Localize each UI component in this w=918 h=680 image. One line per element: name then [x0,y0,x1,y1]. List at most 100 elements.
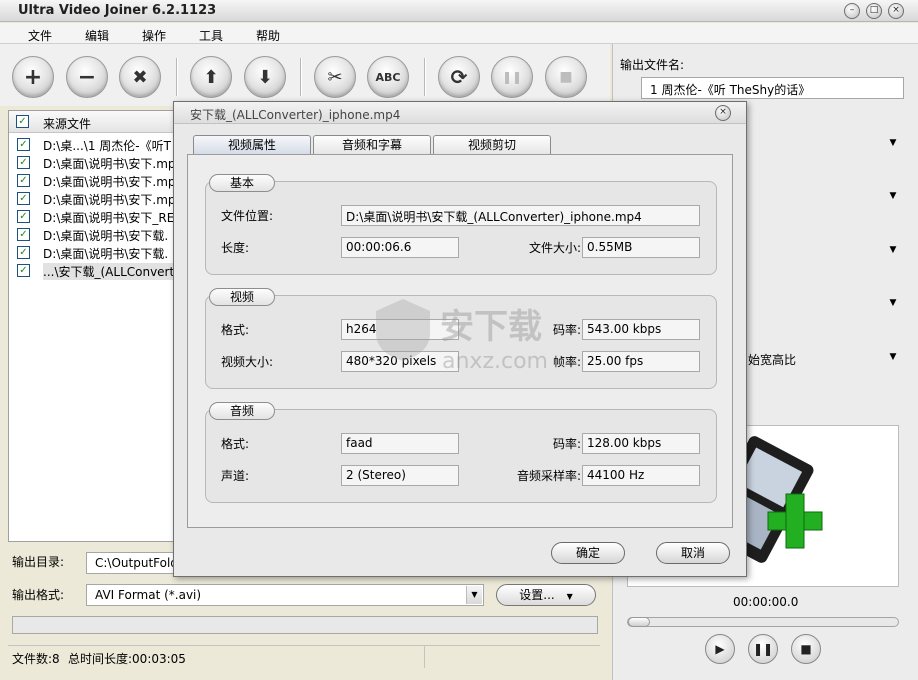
select-all-checkbox[interactable]: ✓ [16,115,29,128]
file-checkbox[interactable]: ✓ [17,156,30,169]
cut-icon[interactable]: ✂ [314,56,356,98]
list-item[interactable]: ✓ D:\桌面\说明书\安下_RE [9,208,179,226]
file-checkbox[interactable]: ✓ [17,228,30,241]
file-path: D:\桌...\1 周杰伦-《听T [43,139,171,153]
chevron-down-icon[interactable]: ▼ [886,243,900,257]
convert-icon[interactable]: ⟳ [438,56,480,98]
list-item[interactable]: ✓ D:\桌面\说明书\安下载. [9,226,179,244]
dialog-title-bar: 安下载_(ALLConverter)_iphone.mp4 × [174,102,746,124]
watermark-url: anxz.com [442,349,548,374]
remove-icon[interactable]: − [66,56,108,98]
toolbar-separator [176,58,178,96]
aspect-ratio-value[interactable]: 始宽高比 [748,351,796,368]
progress-bar [12,616,598,634]
chevron-down-icon[interactable]: ▼ [466,586,482,604]
chevron-down-icon[interactable]: ▼ [886,350,900,364]
output-filename-field[interactable]: 1 周杰伦-《听 TheShy的话》 [641,77,904,99]
close-icon[interactable]: × [888,3,904,19]
video-bitrate-label: 码率: [553,323,582,337]
file-properties-dialog: 安下载_(ALLConverter)_iphone.mp4 × 视频属性 音频和… [173,101,747,577]
file-size-value: 0.55MB [582,237,700,258]
list-item[interactable]: ✓ D:\桌...\1 周杰伦-《听T [9,136,179,154]
file-path: D:\桌面\说明书\安下.mp [43,193,176,207]
move-up-icon[interactable]: ⬆ [190,56,232,98]
preview-seek-bar[interactable] [627,617,899,627]
stop-icon[interactable]: ■ [791,634,821,664]
audio-group [205,409,717,503]
ok-button[interactable]: 确定 [551,542,625,564]
tab-video-cut[interactable]: 视频剪切 [433,135,551,155]
video-size-label: 视频大小: [221,355,274,369]
video-group-title: 视频 [209,288,275,306]
file-path: ...\安下载_(ALLConvert [43,263,175,280]
length-label: 长度: [221,241,250,255]
tab-pane: 基本 文件位置: D:\桌面\说明书\安下载_(ALLConverter)_ip… [187,154,733,528]
tab-video-properties[interactable]: 视频属性 [193,135,311,155]
preview-time: 00:00:00.0 [733,595,799,609]
maximize-icon[interactable]: □ [866,3,882,19]
file-checkbox[interactable]: ✓ [17,264,30,277]
add-icon[interactable]: + [12,56,54,98]
menu-tools[interactable]: 工具 [199,27,223,44]
output-format-select[interactable]: AVI Format (*.avi) ▼ [86,584,484,606]
file-checkbox[interactable]: ✓ [17,138,30,151]
cancel-button[interactable]: 取消 [656,542,730,564]
output-format-label: 输出格式: [12,588,65,602]
settings-button[interactable]: 设置... ▼ [496,584,596,606]
app-title: Ultra Video Joiner 6.2.1123 [18,3,217,18]
file-location-label: 文件位置: [221,209,274,223]
list-item[interactable]: ✓ D:\桌面\说明书\安下载. [9,244,179,262]
audio-group-title: 音频 [209,402,275,420]
menu-help[interactable]: 帮助 [256,27,280,44]
dialog-title: 安下载_(ALLConverter)_iphone.mp4 [190,108,401,122]
file-count: 文件数:8 [12,652,60,666]
toolbar-separator [300,58,302,96]
chevron-down-icon[interactable]: ▼ [886,189,900,203]
output-dir-field[interactable]: C:\OutputFold [86,552,178,574]
video-format-label: 格式: [221,323,250,337]
move-down-icon[interactable]: ⬇ [244,56,286,98]
chevron-down-icon[interactable]: ▼ [886,136,900,150]
menu-file[interactable]: 文件 [28,27,52,44]
status-divider [424,646,425,668]
channels-label: 声道: [221,469,250,483]
close-icon[interactable]: × [715,105,731,121]
chevron-down-icon[interactable]: ▼ [886,296,900,310]
file-checkbox[interactable]: ✓ [17,174,30,187]
menu-action[interactable]: 操作 [142,27,166,44]
list-item[interactable]: ✓ D:\桌面\说明书\安下.mp [9,172,179,190]
watermark-brand: 安下载 [440,307,542,347]
audio-bitrate-label: 码率: [553,437,582,451]
video-bitrate-value: 543.00 kbps [582,319,700,340]
length-value: 00:00:06.6 [341,237,459,258]
file-checkbox[interactable]: ✓ [17,210,30,223]
tab-audio-subtitles[interactable]: 音频和字幕 [313,135,431,155]
clear-icon[interactable]: ✖ [119,56,161,98]
settings-button-label: 设置... [519,588,555,602]
sample-rate-value: 44100 Hz [582,465,700,486]
stop-icon[interactable]: ■ [545,56,587,98]
file-path: D:\桌面\说明书\安下.mp [43,175,176,189]
file-checkbox[interactable]: ✓ [17,192,30,205]
title-bar: Ultra Video Joiner 6.2.1123 – □ × [0,0,918,22]
seek-handle[interactable] [628,617,650,627]
frame-rate-label: 帧率: [553,355,582,369]
list-item[interactable]: ✓ D:\桌面\说明书\安下.mp [9,154,179,172]
toolbar-separator [424,58,426,96]
list-item-selected[interactable]: ✓ ...\安下载_(ALLConvert [9,262,179,280]
play-icon[interactable]: ▶ [705,634,735,664]
menu-edit[interactable]: 编辑 [85,27,109,44]
pause-icon[interactable]: ❚❚ [748,634,778,664]
status-bar: 文件数:8 总时间长度:00:03:05 [8,645,600,668]
minimize-icon[interactable]: – [844,3,860,19]
pause-icon[interactable]: ❚❚ [491,56,533,98]
menu-bar: 文件 编辑 操作 工具 帮助 [0,23,918,44]
file-size-label: 文件大小: [529,241,582,255]
sample-rate-label: 音频采样率: [517,469,582,483]
source-file-column-header: 来源文件 [43,117,92,131]
file-checkbox[interactable]: ✓ [17,246,30,259]
list-item[interactable]: ✓ D:\桌面\说明书\安下.mp [9,190,179,208]
file-path: D:\桌面\说明书\安下.mp [43,157,176,171]
rename-abc-icon[interactable]: ABC [367,56,409,98]
total-duration: 总时间长度:00:03:05 [68,652,186,666]
